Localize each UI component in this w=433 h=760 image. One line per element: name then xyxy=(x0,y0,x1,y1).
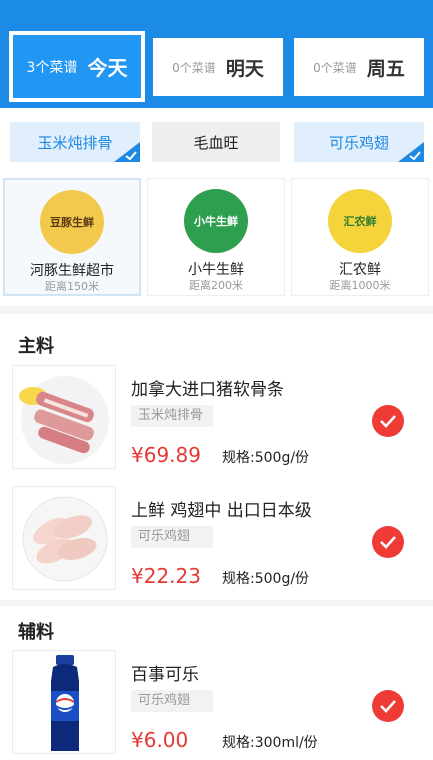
product-image-pepsi xyxy=(12,650,116,754)
tab-tomorrow[interactable]: 0个菜谱 明天 xyxy=(153,38,283,96)
checkmark-circle-icon[interactable] xyxy=(372,526,404,558)
product-dish-tag: 可乐鸡翅 xyxy=(131,690,213,712)
store-card-xiaoniu[interactable]: 小牛生鲜 小牛生鲜 距离200米 xyxy=(147,178,285,296)
section-divider xyxy=(0,600,433,606)
store-card-huinong[interactable]: 汇农鲜 汇农鲜 距离1000米 xyxy=(291,178,429,296)
product-image-chicken-wings xyxy=(12,486,116,590)
product-item[interactable]: 百事可乐 可乐鸡翅 ¥6.00 规格:300ml/份 xyxy=(0,650,433,760)
product-dish-tag: 可乐鸡翅 xyxy=(131,526,213,548)
section-divider xyxy=(0,306,433,314)
store-distance: 距离150米 xyxy=(45,280,99,293)
product-price: ¥69.89 xyxy=(131,443,201,467)
store-distance: 距离1000米 xyxy=(329,279,391,292)
checkmark-corner-icon xyxy=(114,142,140,162)
dish-chip-cola-wings[interactable]: 可乐鸡翅 xyxy=(294,122,424,162)
product-item[interactable]: 加拿大进口猪软骨条 玉米炖排骨 ¥69.89 规格:500g/份 xyxy=(0,365,433,475)
store-card-hetun[interactable]: 豆豚生鲜 河豚生鲜超市 距离150米 xyxy=(3,178,141,296)
store-logo: 小牛生鲜 xyxy=(184,189,248,253)
recipe-count: 0个菜谱 xyxy=(313,60,357,75)
product-price: ¥22.23 xyxy=(131,564,201,588)
checkmark-corner-icon xyxy=(398,142,424,162)
product-title: 加拿大进口猪软骨条 xyxy=(131,380,284,400)
product-price: ¥6.00 xyxy=(131,728,189,752)
dish-label: 毛血旺 xyxy=(193,133,239,152)
tab-today[interactable]: 3个菜谱 今天 xyxy=(9,31,145,102)
tab-friday[interactable]: 0个菜谱 周五 xyxy=(294,38,424,96)
store-name: 河豚生鲜超市 xyxy=(30,263,114,279)
day-tabs-header: 3个菜谱 今天 0个菜谱 明天 0个菜谱 周五 xyxy=(0,0,433,108)
recipe-count: 3个菜谱 xyxy=(26,59,78,76)
product-spec: 规格:500g/份 xyxy=(222,450,310,466)
dish-chip-maoxuewang[interactable]: 毛血旺 xyxy=(152,122,280,162)
product-dish-tag: 玉米炖排骨 xyxy=(131,405,213,427)
day-name: 周五 xyxy=(366,57,405,80)
section-title-aux: 辅料 xyxy=(18,622,54,643)
store-distance: 距离200米 xyxy=(189,279,243,292)
dish-label: 玉米炖排骨 xyxy=(37,133,113,152)
product-spec: 规格:300ml/份 xyxy=(222,735,318,751)
dish-label: 可乐鸡翅 xyxy=(328,133,389,152)
section-title-main: 主料 xyxy=(18,336,54,357)
day-name: 今天 xyxy=(87,56,128,80)
product-image-pork xyxy=(12,365,116,469)
checkmark-circle-icon[interactable] xyxy=(372,690,404,722)
store-logo: 豆豚生鲜 xyxy=(40,190,104,254)
checkmark-circle-icon[interactable] xyxy=(372,405,404,437)
product-spec: 规格:500g/份 xyxy=(222,571,310,587)
product-title: 上鲜 鸡翅中 出口日本级 xyxy=(131,501,312,521)
store-logo: 汇农鲜 xyxy=(328,189,392,253)
store-name: 汇农鲜 xyxy=(339,262,381,278)
recipe-count: 0个菜谱 xyxy=(172,60,216,75)
product-item[interactable]: 上鲜 鸡翅中 出口日本级 可乐鸡翅 ¥22.23 规格:500g/份 xyxy=(0,486,433,596)
store-name: 小牛生鲜 xyxy=(188,262,244,278)
product-title: 百事可乐 xyxy=(131,665,199,685)
day-name: 明天 xyxy=(225,57,264,80)
dish-chip-corn-ribs[interactable]: 玉米炖排骨 xyxy=(10,122,140,162)
